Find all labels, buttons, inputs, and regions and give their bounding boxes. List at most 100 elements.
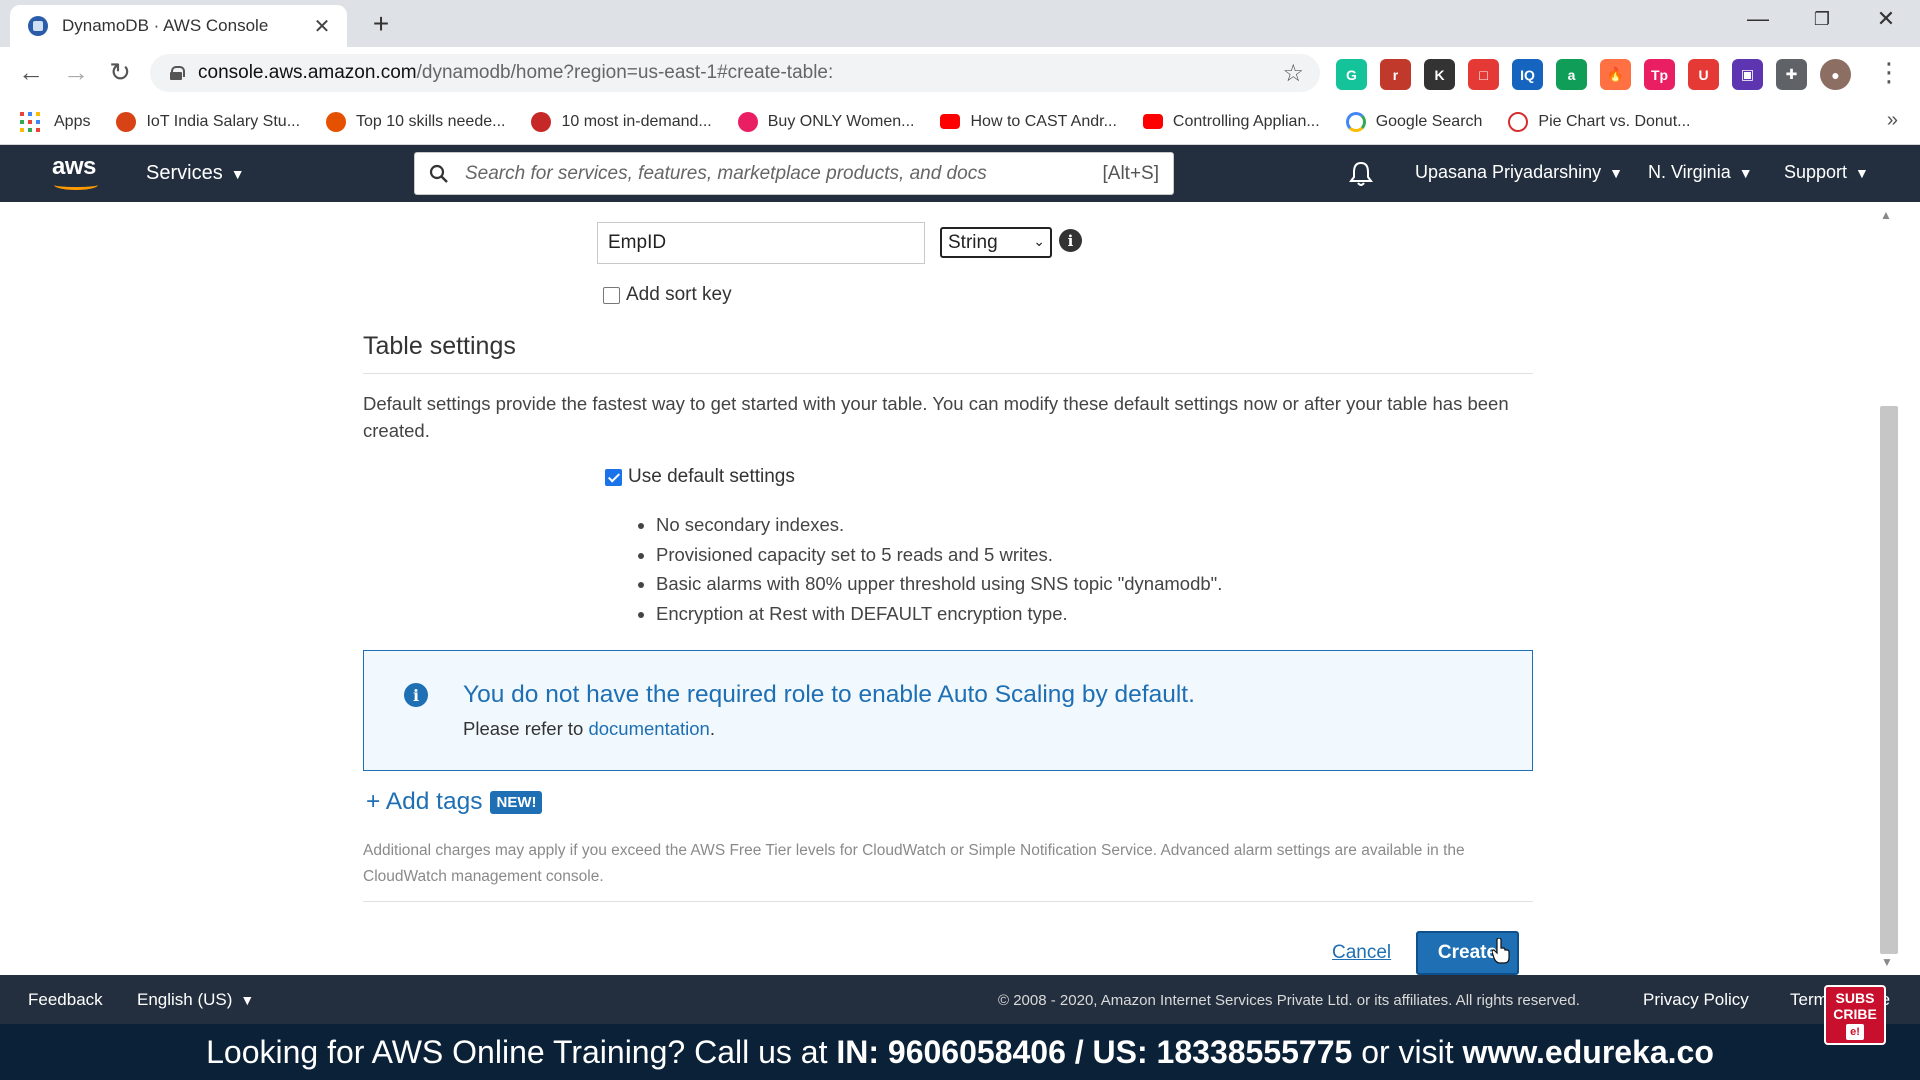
bookmark-label: Controlling Applian... — [1172, 112, 1320, 130]
charges-note: Additional charges may apply if you exce… — [363, 842, 1465, 885]
purple-box-icon[interactable]: ▣ — [1732, 59, 1763, 90]
caret-down-icon: ▼ — [230, 166, 245, 182]
address-bar[interactable]: console.aws.amazon.com/dynamodb/home?reg… — [150, 54, 1320, 92]
search-icon — [429, 164, 448, 183]
aws-footer: Feedback English (US) ▼ © 2008 - 2020, Am… — [0, 975, 1920, 1024]
bookmark-label: How to CAST Andr... — [970, 112, 1117, 130]
extension-icons: Gr K □ IQ a 🔥 Tp U ▣ ✚ ● — [1336, 59, 1851, 90]
list-item: Encryption at Rest with DEFAULT encrypti… — [656, 599, 1222, 629]
puzzle-icon[interactable]: ✚ — [1776, 59, 1807, 90]
list-item: Provisioned capacity set to 5 reads and … — [656, 540, 1222, 570]
add-tags-link[interactable]: + Add tags NEW! — [366, 788, 543, 816]
red-square-icon[interactable]: □ — [1468, 59, 1499, 90]
new-tab-button[interactable]: + — [366, 8, 396, 40]
account-name: Upasana Priyadarshiny — [1415, 162, 1602, 182]
cancel-button[interactable]: Cancel — [1332, 942, 1391, 964]
bookmark-item[interactable]: Google Search — [1345, 111, 1483, 132]
table-settings-description: Default settings provide the fastest way… — [363, 393, 1509, 441]
u-icon[interactable]: U — [1688, 59, 1719, 90]
alert-title: You do not have the required role to ena… — [463, 681, 1195, 708]
subscribe-line-3: e! — [1846, 1024, 1864, 1040]
forward-arrow-icon[interactable]: → — [59, 57, 93, 88]
partition-key-input[interactable] — [597, 222, 925, 264]
browser-tabstrip: DynamoDB · AWS Console ✕ + — ❐ ✕ — [0, 0, 1920, 47]
copyright-text: © 2008 - 2020, Amazon Internet Services … — [998, 992, 1580, 1009]
language-selector[interactable]: English (US) ▼ — [137, 990, 254, 1010]
aws-search-bar[interactable]: [Alt+S] — [414, 152, 1174, 195]
documentation-link[interactable]: documentation — [588, 718, 709, 739]
scroll-down-arrow-icon[interactable]: ▼ — [1881, 955, 1893, 969]
k-extension-icon[interactable]: K — [1424, 59, 1455, 90]
new-badge: NEW! — [490, 790, 543, 814]
support-label: Support — [1784, 162, 1848, 182]
lock-icon — [170, 66, 185, 80]
feedback-link[interactable]: Feedback — [28, 990, 103, 1010]
fire-icon[interactable]: 🔥 — [1600, 59, 1631, 90]
myntra-icon — [737, 111, 758, 132]
alert-prefix: Please refer to — [463, 718, 584, 739]
bookmark-label: IoT India Salary Stu... — [146, 112, 301, 130]
bookmark-item[interactable]: Buy ONLY Women... — [737, 111, 914, 132]
promo-prefix: Looking for AWS Online Training? Call us… — [206, 1033, 828, 1070]
table-settings-heading: Table settings — [363, 332, 516, 360]
support-menu[interactable]: Support ▼ — [1784, 162, 1869, 183]
bookmark-star-icon[interactable]: ☆ — [1282, 59, 1304, 88]
apps-grid-icon — [20, 111, 40, 132]
bookmark-favicon — [326, 111, 347, 132]
info-icon[interactable]: i — [1059, 229, 1082, 252]
scrollbar-thumb[interactable] — [1880, 406, 1898, 954]
back-arrow-icon[interactable]: ← — [14, 57, 48, 88]
tab-title: DynamoDB · AWS Console — [62, 16, 269, 35]
promo-banner: Looking for AWS Online Training? Call us… — [0, 1024, 1920, 1080]
browser-toolbar: ← → ↻ console.aws.amazon.com/dynamodb/ho… — [0, 47, 1920, 99]
bookmark-item[interactable]: Pie Chart vs. Donut... — [1508, 111, 1691, 132]
iq-icon[interactable]: IQ — [1512, 59, 1543, 90]
redir-icon[interactable]: r — [1380, 59, 1411, 90]
reload-icon[interactable]: ↻ — [103, 57, 137, 88]
bookmark-label: 10 most in-demand... — [561, 112, 712, 130]
add-sort-key-label: Add sort key — [626, 284, 732, 305]
bookmark-label: Google Search — [1375, 112, 1483, 130]
close-tab-icon[interactable]: ✕ — [311, 14, 333, 39]
search-shortcut-hint: [Alt+S] — [1102, 162, 1160, 184]
profile-avatar-icon[interactable]: ● — [1820, 59, 1851, 90]
browser-tab-dynamodb[interactable]: DynamoDB · AWS Console ✕ — [10, 5, 347, 47]
green-badge-icon[interactable]: a — [1556, 59, 1587, 90]
add-sort-key-checkbox[interactable] — [603, 286, 620, 304]
dynamodb-favicon-icon — [28, 16, 48, 36]
search-input[interactable] — [465, 162, 1103, 185]
close-window-button[interactable]: ✕ — [1866, 6, 1906, 32]
notification-bell-icon[interactable] — [1348, 160, 1374, 188]
restore-window-button[interactable]: ❐ — [1802, 9, 1842, 30]
services-menu[interactable]: Services ▼ — [146, 162, 245, 185]
aws-logo[interactable]: aws — [52, 154, 102, 190]
bookmark-item[interactable]: Apps — [20, 111, 91, 132]
bookmark-item[interactable]: Controlling Applian... — [1142, 112, 1320, 131]
bookmark-label: Apps — [54, 112, 91, 130]
use-default-settings-option[interactable]: Use default settings — [605, 466, 795, 488]
url-path: /dynamodb/home?region=us-east-1#create-t… — [416, 62, 834, 83]
minimize-window-button[interactable]: — — [1738, 6, 1778, 32]
bookmark-item[interactable]: 10 most in-demand... — [531, 111, 712, 132]
bookmark-item[interactable]: Top 10 skills neede... — [326, 111, 505, 132]
youtube-icon — [940, 114, 961, 129]
caret-down-icon: ▼ — [1609, 165, 1623, 181]
tp-icon[interactable]: Tp — [1644, 59, 1675, 90]
account-menu[interactable]: Upasana Priyadarshiny ▼ — [1415, 162, 1623, 183]
caret-down-icon: ▼ — [240, 992, 255, 1008]
scroll-up-arrow-icon[interactable]: ▲ — [1880, 208, 1892, 222]
subscribe-badge[interactable]: SUBS CRIBE e! — [1824, 985, 1886, 1045]
bookmark-item[interactable]: IoT India Salary Stu... — [116, 111, 301, 132]
bookmark-item[interactable]: How to CAST Andr... — [940, 112, 1117, 131]
add-sort-key-option[interactable]: Add sort key — [603, 284, 732, 306]
caret-down-icon: ▼ — [1738, 165, 1753, 181]
bookmark-label: Pie Chart vs. Donut... — [1538, 112, 1691, 130]
region-menu[interactable]: N. Virginia ▼ — [1648, 162, 1753, 183]
grammarly-icon[interactable]: G — [1336, 59, 1367, 90]
browser-menu-icon[interactable]: ⋮ — [1876, 57, 1902, 88]
use-default-settings-checkbox[interactable] — [605, 468, 622, 486]
promo-site: www.edureka.co — [1462, 1033, 1714, 1070]
key-type-select[interactable]: String ⌄ — [940, 227, 1052, 258]
bookmarks-overflow-icon[interactable]: » — [1887, 109, 1898, 132]
privacy-policy-link[interactable]: Privacy Policy — [1643, 990, 1749, 1010]
